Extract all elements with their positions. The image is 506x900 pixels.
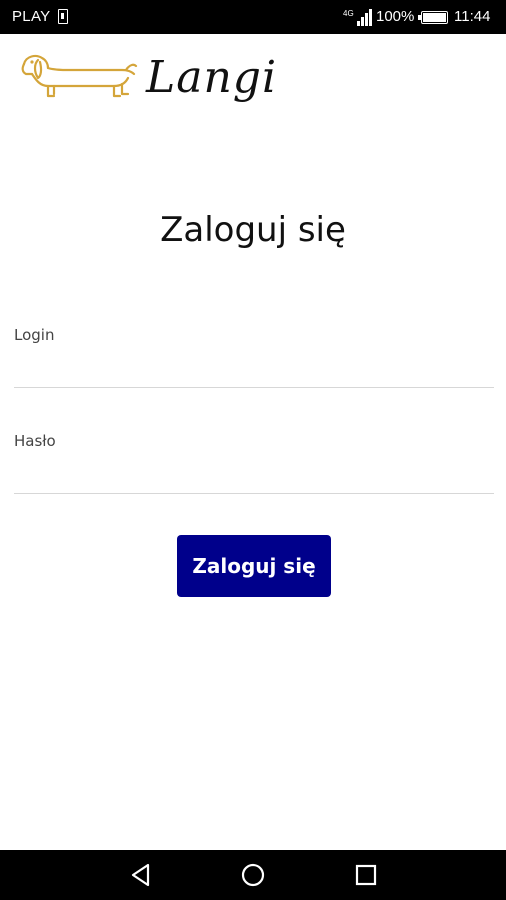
carrier-name: PLAY — [12, 8, 51, 25]
navigation-bar — [0, 850, 506, 900]
home-icon[interactable] — [240, 862, 266, 888]
password-label: Hasło — [14, 432, 56, 450]
sim-icon — [58, 9, 68, 24]
app-logo: Langi — [18, 48, 298, 136]
back-icon[interactable] — [128, 862, 154, 888]
battery-percent: 100% — [376, 8, 415, 25]
login-label: Login — [14, 326, 55, 344]
app-wordmark: Langi — [146, 52, 278, 103]
login-field-group: Login — [14, 326, 494, 388]
status-bar: PLAY 4G 100% 11:44 — [0, 0, 506, 34]
password-field-group: Hasło — [14, 432, 494, 494]
dachshund-icon — [21, 54, 138, 98]
password-input[interactable] — [14, 450, 494, 494]
login-button[interactable]: Zaloguj się — [177, 535, 331, 597]
page-title: Zaloguj się — [160, 210, 346, 250]
recents-icon[interactable] — [353, 862, 379, 888]
login-input[interactable] — [14, 344, 494, 388]
clock: 11:44 — [454, 8, 491, 25]
signal-icon: 4G — [343, 9, 372, 26]
svg-text:4G: 4G — [343, 9, 354, 18]
battery-icon — [418, 11, 448, 24]
